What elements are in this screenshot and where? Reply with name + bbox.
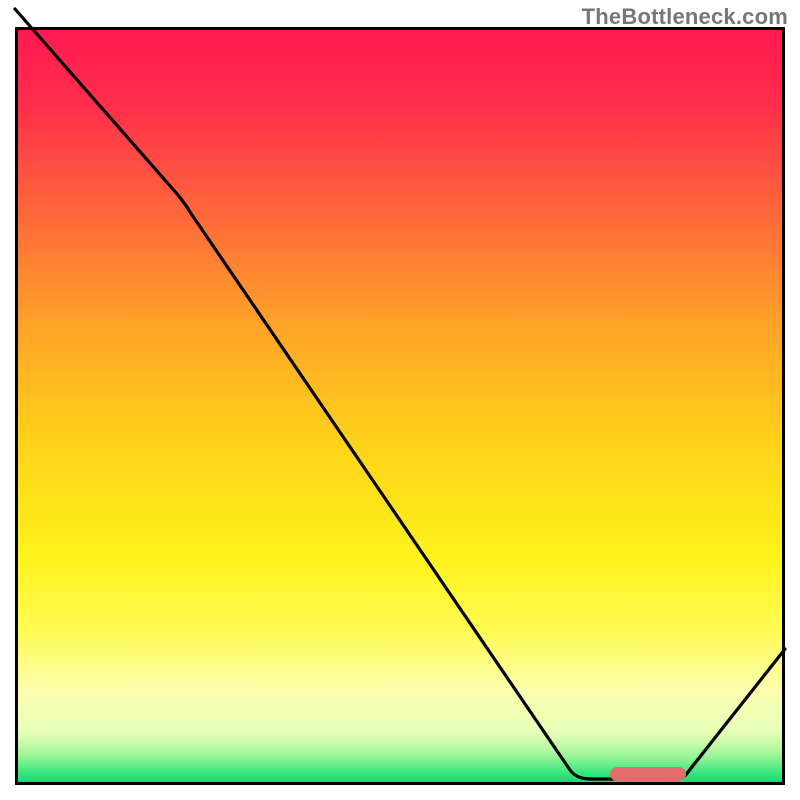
bottleneck-curve — [0, 0, 800, 800]
optimal-range-marker — [610, 767, 686, 781]
chart-stage: TheBottleneck.com — [0, 0, 800, 800]
watermark-text: TheBottleneck.com — [582, 4, 788, 30]
